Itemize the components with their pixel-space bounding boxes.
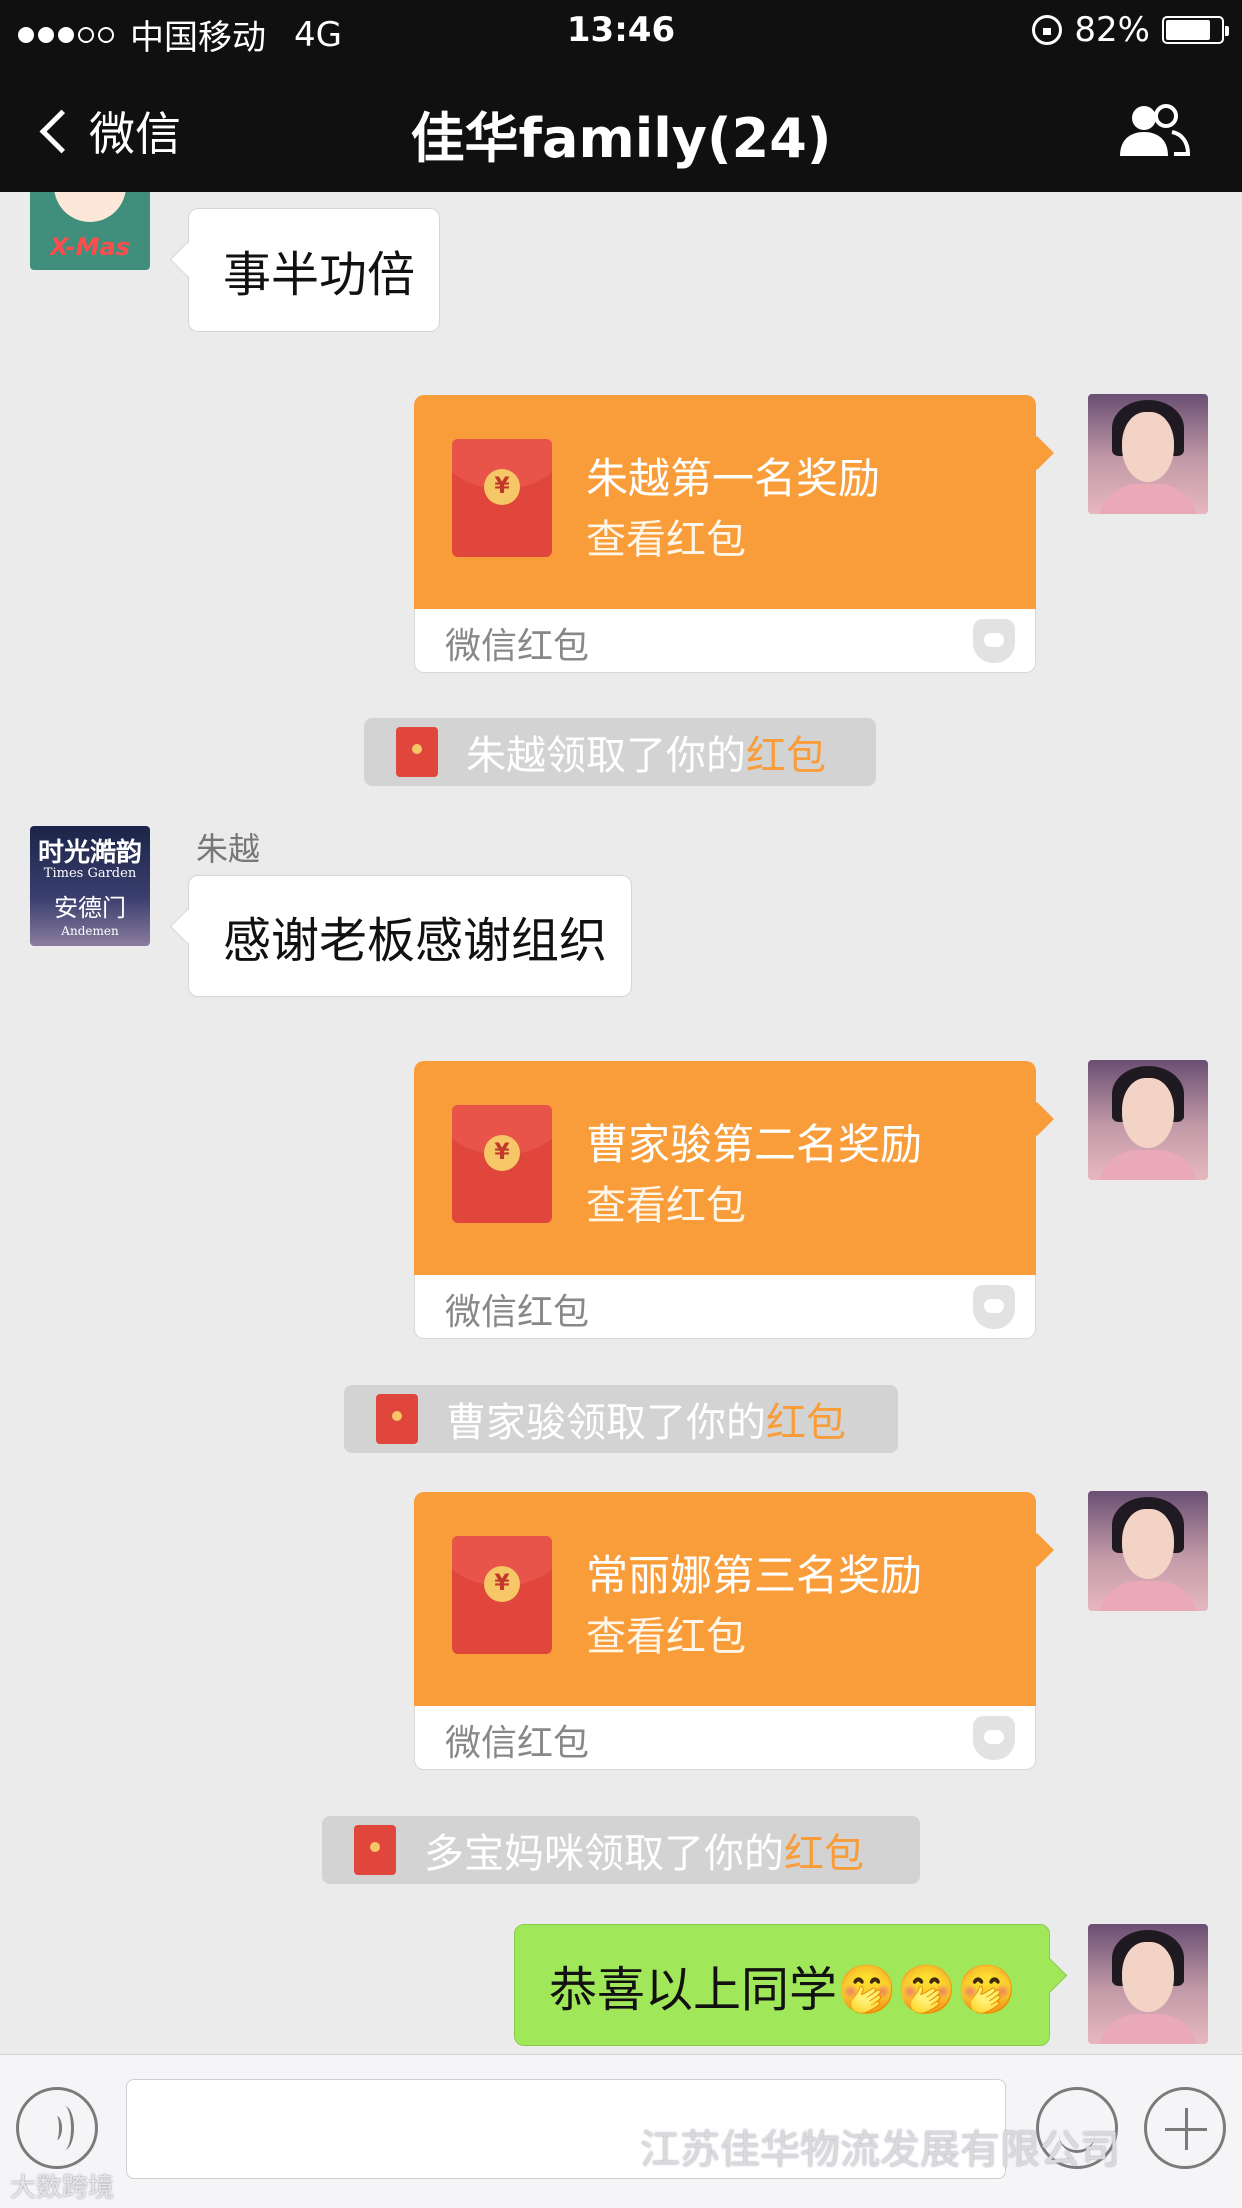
message-bubble-left[interactable]: 事半功倍 [188, 208, 440, 332]
sender-name: 朱越 [196, 830, 261, 868]
avatar-caption: Times Garden [43, 866, 137, 881]
more-button[interactable] [1144, 2087, 1226, 2169]
red-envelope-icon [396, 727, 438, 777]
avatar-caption: 时光澔韵 [37, 838, 142, 868]
message-text: 感谢老板感谢组织 [223, 913, 608, 969]
red-packet-subtitle: 查看红包 [586, 1183, 746, 1229]
avatar-caption: X-Mas [50, 233, 130, 261]
red-packet-subtitle: 查看红包 [586, 1614, 746, 1660]
input-toolbar: 江苏佳华物流发展有限公司 大数跨境 [0, 2054, 1242, 2208]
red-envelope-icon: ¥ [452, 1536, 552, 1654]
self-avatar[interactable] [1088, 1491, 1208, 1611]
battery-icon [1162, 16, 1229, 44]
sender-avatar[interactable]: X-Mas [30, 192, 150, 270]
shield-icon [973, 1285, 1015, 1329]
avatar-caption: Andemen [61, 924, 119, 938]
red-packet-link[interactable]: 红包 [746, 723, 826, 781]
avatar-caption: 安德门 [54, 894, 126, 922]
sender-avatar[interactable]: 时光澔韵 Times Garden 安德门 Andemen [30, 826, 150, 946]
self-avatar[interactable] [1088, 394, 1208, 514]
system-message: 朱越领取了你的 红包 [364, 718, 876, 786]
system-message: 曹家骏领取了你的 红包 [344, 1385, 898, 1453]
system-message: 多宝妈咪领取了你的 红包 [322, 1816, 920, 1884]
status-bar: 中国移动 4G 13:46 82% [0, 0, 1242, 62]
red-packet-card[interactable]: ¥ 朱越第一名奖励 查看红包 微信红包 [414, 395, 1036, 673]
message-bubble-right[interactable]: 恭喜以上同学🤭🤭🤭 [514, 1924, 1050, 2046]
message-list[interactable]: X-Mas 事半功倍 ¥ 朱越第一名奖励 查看红包 微信红包 朱越领取了你的 红包… [0, 192, 1242, 2054]
message-bubble-left[interactable]: 感谢老板感谢组织 [188, 875, 632, 997]
group-members-icon[interactable] [1116, 102, 1192, 158]
watermark-text: 江苏佳华物流发展有限公司 [640, 2127, 1120, 2173]
status-right: 82% [1032, 10, 1229, 50]
red-packet-link[interactable]: 红包 [766, 1390, 846, 1448]
red-packet-title: 朱越第一名奖励 [586, 454, 881, 503]
battery-percent: 82% [1074, 10, 1150, 50]
red-packet-footer: 微信红包 [445, 1292, 590, 1333]
shield-icon [973, 1716, 1015, 1760]
red-packet-title: 曹家骏第二名奖励 [586, 1120, 923, 1169]
red-packet-card[interactable]: ¥ 曹家骏第二名奖励 查看红包 微信红包 [414, 1061, 1036, 1339]
red-envelope-icon [354, 1825, 396, 1875]
red-packet-link[interactable]: 红包 [784, 1821, 864, 1879]
red-packet-footer: 微信红包 [445, 1723, 590, 1764]
message-text: 事半功倍 [223, 247, 416, 303]
voice-input-button[interactable] [16, 2087, 98, 2169]
rotation-lock-icon [1032, 15, 1063, 45]
system-text: 多宝妈咪领取了你的 [424, 1831, 784, 1877]
self-avatar[interactable] [1088, 1060, 1208, 1180]
chat-title: 佳华family(24) [410, 107, 832, 170]
red-packet-title: 常丽娜第三名奖励 [586, 1551, 923, 1600]
message-text: 恭喜以上同学🤭🤭🤭 [549, 1962, 1017, 2018]
red-packet-footer: 微信红包 [445, 626, 590, 667]
self-avatar[interactable] [1088, 1924, 1208, 2044]
watermark-small: 大数跨境 [10, 2173, 115, 2203]
shield-icon [973, 619, 1015, 663]
system-text: 曹家骏领取了你的 [446, 1400, 766, 1446]
nav-bar: 微信 佳华family(24) [0, 62, 1242, 192]
red-packet-card[interactable]: ¥ 常丽娜第三名奖励 查看红包 微信红包 [414, 1492, 1036, 1770]
red-packet-subtitle: 查看红包 [586, 517, 746, 563]
red-envelope-icon [376, 1394, 418, 1444]
red-envelope-icon: ¥ [452, 439, 552, 557]
red-envelope-icon: ¥ [452, 1105, 552, 1223]
system-text: 朱越领取了你的 [466, 733, 746, 779]
